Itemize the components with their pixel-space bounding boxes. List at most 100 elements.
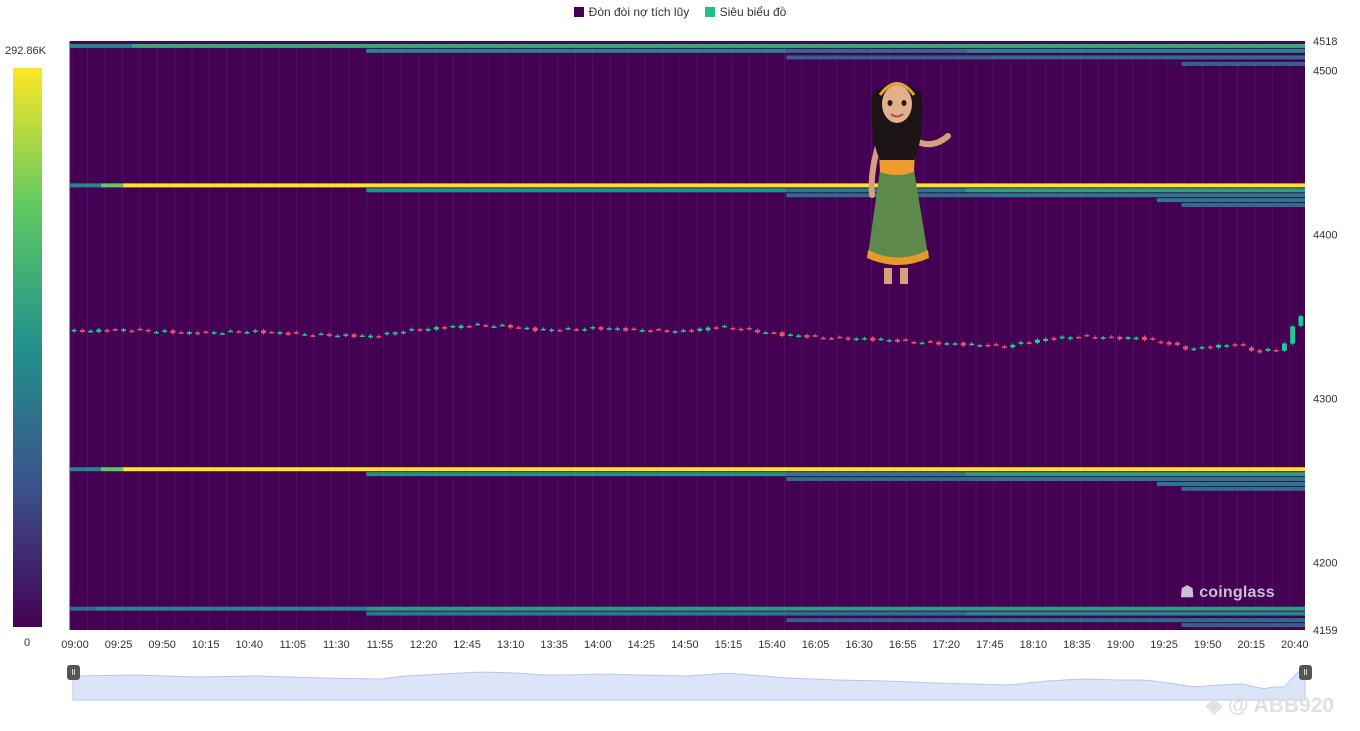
y-tick-label: 4400	[1313, 230, 1337, 242]
coinglass-logo: ☗ coinglass	[1180, 582, 1275, 602]
x-tick-label: 14:00	[584, 639, 612, 651]
x-tick-label: 09:50	[148, 639, 176, 651]
liquidation-band-segment	[786, 48, 966, 53]
navigator-right-handle[interactable]: II	[1299, 665, 1312, 680]
liquidation-band-segment	[366, 188, 787, 193]
heatmap-plot: 4518 4500 4400 4300 4200 4159 09:00 09:25 09:50 1…	[61, 36, 1337, 701]
liquidation-band-segment	[123, 467, 1306, 472]
candle-body	[631, 328, 637, 331]
candle-body	[755, 329, 760, 333]
candle-body	[1002, 346, 1007, 348]
candle-body	[919, 342, 925, 345]
candle-body	[491, 326, 497, 328]
candle-body	[318, 333, 324, 336]
coinglass-logo-icon: ☗	[1180, 584, 1195, 601]
candle-body	[722, 325, 728, 328]
x-tick-label: 09:00	[61, 639, 89, 651]
candle-body	[771, 332, 777, 335]
candle-body	[293, 332, 299, 334]
candle-body	[170, 330, 176, 334]
candle-body	[302, 334, 308, 336]
candle-body	[162, 330, 168, 332]
candle-body	[71, 329, 77, 332]
candle-body	[573, 329, 579, 331]
candle-body	[1207, 346, 1213, 349]
candle-body	[713, 327, 719, 329]
candle-body	[88, 330, 94, 333]
candle-body	[1281, 343, 1287, 351]
candle-body	[689, 330, 695, 332]
candle-body	[680, 330, 686, 332]
candle-body	[508, 325, 513, 328]
candle-body	[425, 328, 431, 331]
navigator-left-handle[interactable]: II	[67, 665, 80, 680]
candle-body	[483, 325, 489, 327]
candle-body	[195, 332, 201, 335]
x-tick-label: 13:35	[540, 639, 568, 651]
liquidation-band-segment	[990, 477, 1305, 482]
candle-body	[837, 336, 843, 339]
candle-body	[178, 332, 184, 334]
candle-body	[1191, 348, 1197, 351]
candle-body	[927, 341, 933, 343]
candle-body	[1100, 337, 1106, 339]
liquidation-band-segment	[100, 467, 124, 472]
liquidation-band-segment	[1181, 203, 1305, 208]
candle-body	[894, 339, 900, 342]
eye-left	[887, 100, 893, 106]
x-tick-label: 20:15	[1237, 639, 1265, 651]
x-tick-label: 19:50	[1194, 639, 1222, 651]
candle-body	[228, 330, 234, 333]
candle-body	[886, 340, 892, 342]
candle-body	[1158, 341, 1164, 344]
x-tick-label: 18:10	[1020, 639, 1048, 651]
candle-body	[351, 334, 357, 338]
liquidation-heatmap-chart: Đòn đòi nợ tích lũy Siêu biểu đồ 292.86K…	[0, 0, 1360, 731]
candle-body	[450, 325, 456, 328]
x-tick-label: 11:55	[367, 639, 394, 651]
candle-body	[516, 327, 522, 329]
candle-body	[870, 337, 876, 341]
x-tick-label: 17:45	[976, 639, 1004, 651]
liquidation-band-segment	[1156, 481, 1305, 486]
candle-body	[1051, 337, 1057, 340]
x-tick-label: 19:25	[1150, 639, 1178, 651]
candle-body	[911, 341, 917, 344]
candle-body	[392, 332, 398, 335]
candle-body	[985, 344, 991, 347]
candle-body	[1018, 342, 1024, 344]
x-tick-label: 10:40	[235, 639, 263, 651]
candle-body	[1010, 344, 1016, 348]
candle-body	[960, 342, 966, 346]
author-watermark: ◈ @ ABB920	[1206, 693, 1334, 718]
candle-body	[1290, 326, 1296, 344]
candle-body	[1026, 342, 1032, 344]
liquidation-band-segment	[965, 611, 1305, 616]
liquidation-band-segment	[94, 606, 367, 611]
candle-body	[417, 329, 423, 331]
liquidation-band-segment	[70, 606, 95, 611]
candle-body	[549, 329, 555, 332]
candle-body	[186, 332, 192, 334]
candle-body	[433, 327, 439, 330]
candle-body	[475, 323, 481, 326]
candle-body	[993, 344, 999, 346]
candle-body	[137, 328, 143, 331]
x-tick-label: 12:20	[410, 639, 438, 651]
candle-body	[672, 331, 678, 333]
candle-body	[326, 334, 332, 336]
liquidation-band-segment	[1156, 198, 1305, 203]
candle-body	[203, 331, 209, 334]
candle-body	[1117, 336, 1123, 340]
x-tick-label: 15:15	[715, 639, 743, 651]
x-tick-label: 18:35	[1063, 639, 1091, 651]
liquidation-band-segment	[990, 618, 1305, 623]
candle-body	[121, 329, 126, 332]
candle-body	[368, 335, 373, 338]
x-tick-label: 13:10	[497, 639, 525, 651]
candle-body	[615, 328, 620, 330]
liquidation-band-segment	[70, 183, 101, 188]
candle-body	[738, 328, 744, 331]
candle-body	[1216, 344, 1222, 348]
candle-body	[1232, 344, 1238, 346]
